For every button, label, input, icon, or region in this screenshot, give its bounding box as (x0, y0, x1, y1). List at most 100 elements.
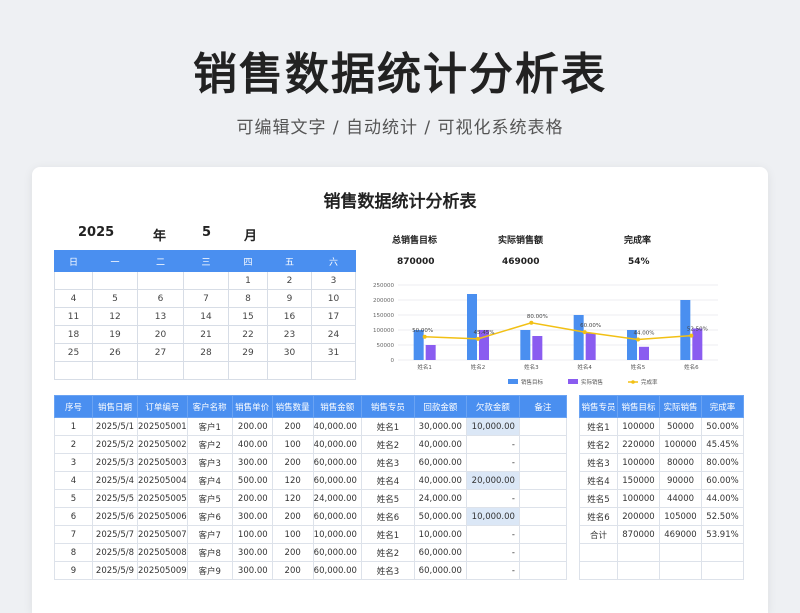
table-cell[interactable]: 100 (271, 525, 314, 544)
table-cell[interactable]: - (465, 453, 520, 472)
summary-cell[interactable]: 50000 (659, 417, 702, 436)
table-cell[interactable]: 姓名4 (360, 471, 415, 490)
calendar-day[interactable] (267, 361, 312, 380)
table-cell[interactable]: 客户6 (186, 507, 233, 526)
calendar-day[interactable]: 10 (311, 289, 356, 308)
calendar-day[interactable] (228, 361, 268, 380)
table-cell[interactable]: 400.00 (231, 435, 273, 454)
table-cell[interactable]: 姓名6 (360, 507, 415, 526)
table-cell[interactable]: 2025/5/4 (92, 471, 138, 490)
summary-cell[interactable]: 469000 (659, 525, 702, 544)
calendar-day[interactable] (183, 271, 229, 290)
table-cell[interactable]: 300.00 (231, 507, 273, 526)
table-cell[interactable]: 2025/5/7 (92, 525, 138, 544)
table-cell[interactable]: 10,000.00 (413, 525, 467, 544)
summary-cell[interactable]: 53.91% (701, 525, 744, 544)
table-cell[interactable]: 202505004 (137, 471, 188, 490)
table-cell[interactable]: 姓名1 (360, 417, 415, 436)
table-cell[interactable]: 2025/5/3 (92, 453, 138, 472)
calendar-day[interactable]: 3 (311, 271, 356, 290)
summary-cell[interactable] (659, 561, 702, 580)
summary-cell[interactable]: 姓名4 (579, 471, 618, 490)
table-cell[interactable]: 60,000.00 (312, 453, 362, 472)
summary-cell[interactable]: 100000 (617, 453, 660, 472)
table-cell[interactable]: 300.00 (231, 561, 273, 580)
calendar-day[interactable] (183, 361, 229, 380)
table-cell[interactable]: 60,000.00 (312, 543, 362, 562)
calendar-day[interactable]: 31 (311, 343, 356, 362)
table-cell[interactable]: 姓名2 (360, 435, 415, 454)
table-cell[interactable]: 60,000.00 (312, 471, 362, 490)
calendar-day[interactable] (92, 361, 138, 380)
calendar-day[interactable]: 7 (183, 289, 229, 308)
table-cell[interactable]: 8 (54, 543, 93, 562)
summary-cell[interactable] (579, 543, 618, 562)
table-cell[interactable]: 200 (271, 543, 314, 562)
calendar-day[interactable]: 13 (137, 307, 184, 326)
summary-cell[interactable]: 150000 (617, 471, 660, 490)
table-cell[interactable]: 10,000.00 (465, 507, 520, 526)
table-cell[interactable]: - (465, 525, 520, 544)
table-cell[interactable]: 20,000.00 (465, 471, 520, 490)
table-cell[interactable]: 100.00 (231, 525, 273, 544)
calendar-day[interactable]: 16 (267, 307, 312, 326)
calendar-day[interactable]: 28 (183, 343, 229, 362)
table-cell[interactable]: 40,000.00 (413, 471, 467, 490)
table-cell[interactable]: 4 (54, 471, 93, 490)
table-cell[interactable] (518, 525, 567, 544)
table-cell[interactable]: 202505002 (137, 435, 188, 454)
calendar-day[interactable]: 26 (92, 343, 138, 362)
calendar-day[interactable]: 18 (54, 325, 93, 344)
table-cell[interactable]: 客户1 (186, 417, 233, 436)
calendar-day[interactable]: 5 (92, 289, 138, 308)
table-cell[interactable]: 60,000.00 (312, 507, 362, 526)
table-cell[interactable]: 200.00 (231, 489, 273, 508)
table-cell[interactable]: 10,000.00 (465, 417, 520, 436)
calendar-day[interactable]: 27 (137, 343, 184, 362)
summary-cell[interactable]: 44.00% (701, 489, 744, 508)
table-cell[interactable]: 姓名3 (360, 561, 415, 580)
table-cell[interactable]: 2025/5/9 (92, 561, 138, 580)
summary-cell[interactable]: 44000 (659, 489, 702, 508)
table-cell[interactable] (518, 543, 567, 562)
summary-cell[interactable]: 52.50% (701, 507, 744, 526)
table-cell[interactable] (518, 453, 567, 472)
calendar-day[interactable]: 8 (228, 289, 268, 308)
table-cell[interactable] (518, 561, 567, 580)
year-value[interactable]: 2025 (78, 225, 114, 240)
table-cell[interactable]: - (465, 543, 520, 562)
calendar-day[interactable] (92, 271, 138, 290)
table-cell[interactable]: 200 (271, 561, 314, 580)
summary-cell[interactable]: 200000 (617, 507, 660, 526)
summary-cell[interactable] (579, 561, 618, 580)
summary-cell[interactable]: 姓名3 (579, 453, 618, 472)
table-cell[interactable]: 客户4 (186, 471, 233, 490)
table-cell[interactable]: 姓名1 (360, 525, 415, 544)
table-cell[interactable]: 202505001 (137, 417, 188, 436)
summary-cell[interactable]: 80.00% (701, 453, 744, 472)
calendar-day[interactable]: 22 (228, 325, 268, 344)
table-cell[interactable]: 2025/5/2 (92, 435, 138, 454)
table-cell[interactable]: 60,000.00 (413, 453, 467, 472)
table-cell[interactable]: 200 (271, 453, 314, 472)
calendar-day[interactable]: 9 (267, 289, 312, 308)
calendar-day[interactable]: 21 (183, 325, 229, 344)
summary-cell[interactable]: 870000 (617, 525, 660, 544)
table-cell[interactable]: - (465, 489, 520, 508)
calendar-day[interactable]: 6 (137, 289, 184, 308)
table-cell[interactable]: 客户3 (186, 453, 233, 472)
summary-cell[interactable] (617, 543, 660, 562)
calendar-day[interactable]: 1 (228, 271, 268, 290)
table-cell[interactable]: 客户8 (186, 543, 233, 562)
table-cell[interactable]: 202505008 (137, 543, 188, 562)
table-cell[interactable]: 客户7 (186, 525, 233, 544)
table-cell[interactable]: 60,000.00 (413, 543, 467, 562)
table-cell[interactable]: 2025/5/8 (92, 543, 138, 562)
summary-cell[interactable]: 姓名6 (579, 507, 618, 526)
summary-cell[interactable]: 100000 (617, 489, 660, 508)
table-cell[interactable]: 姓名2 (360, 543, 415, 562)
calendar-day[interactable]: 30 (267, 343, 312, 362)
calendar-day[interactable]: 19 (92, 325, 138, 344)
table-cell[interactable]: 60,000.00 (312, 561, 362, 580)
table-cell[interactable] (518, 417, 567, 436)
